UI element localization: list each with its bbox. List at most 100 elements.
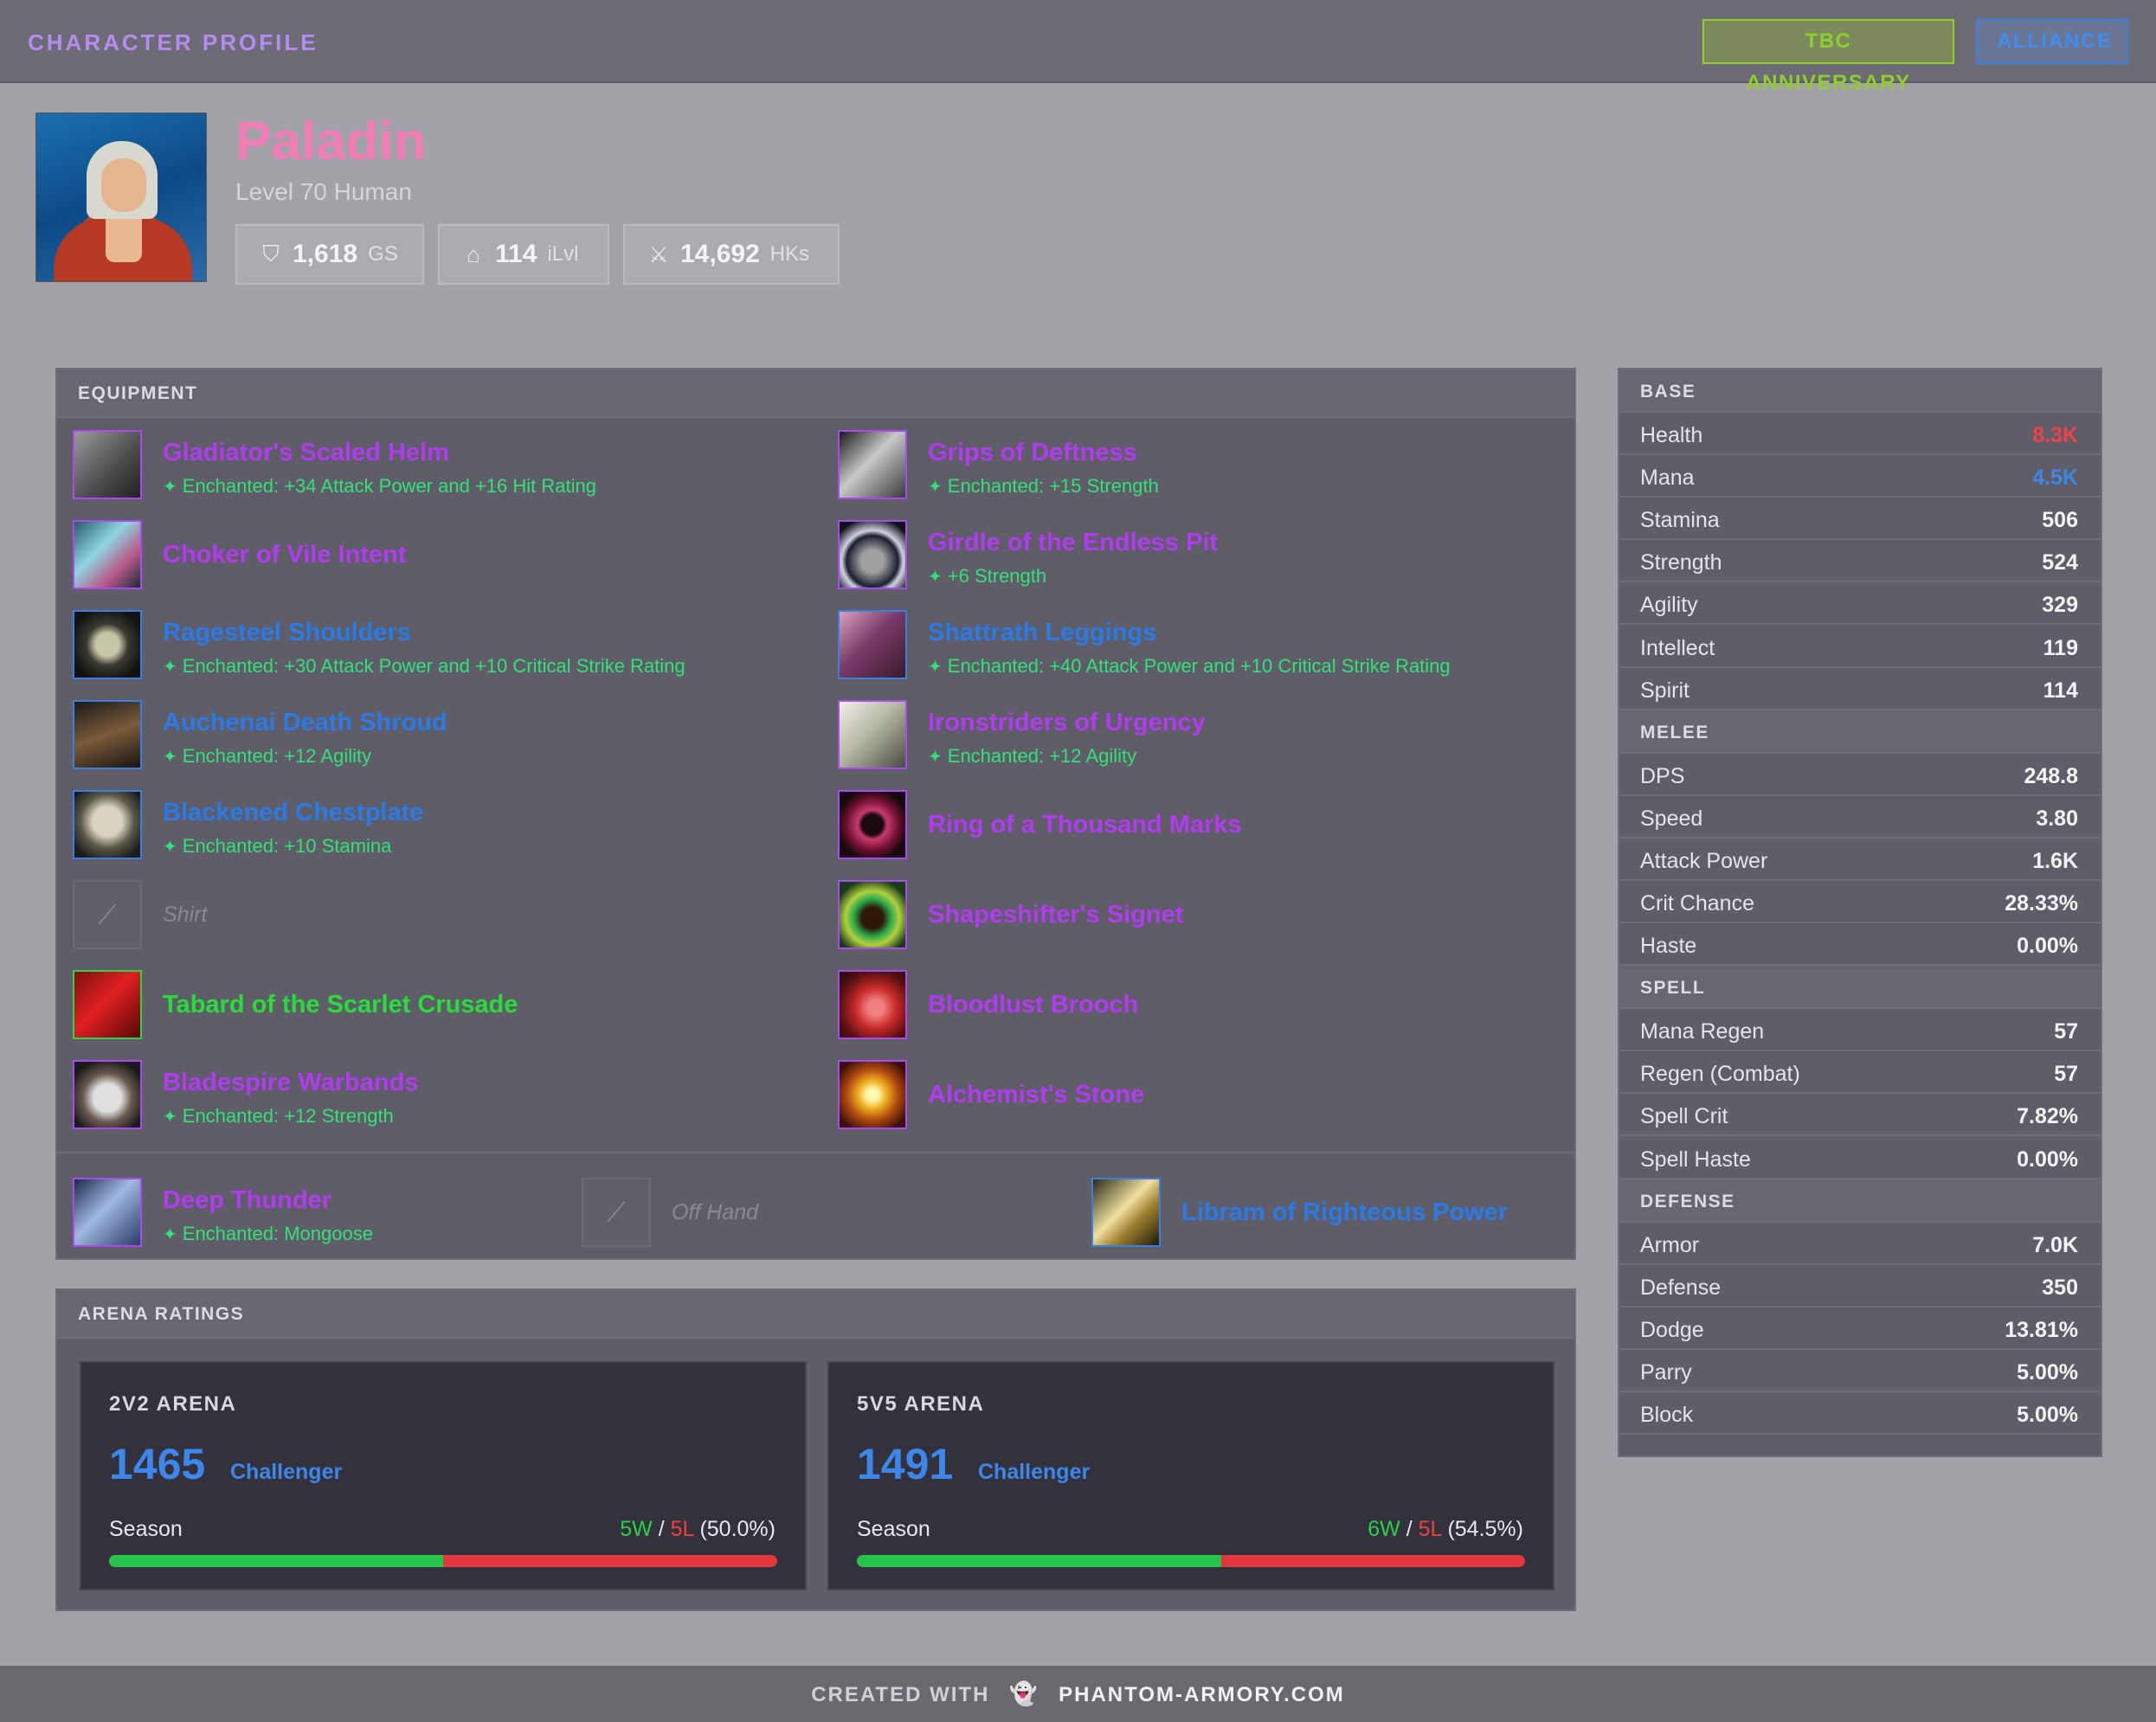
slot-legs[interactable]: Shattrath Leggings ✦ Enchanted: +40 Attac… xyxy=(838,610,1582,688)
equipment-header: EQUIPMENT xyxy=(57,369,1574,418)
stat-row: Agility 329 xyxy=(1619,582,2101,626)
honor-kills-pill: ⚔ 14,692 HKs xyxy=(623,224,840,285)
item-name[interactable]: Bloodlust Brooch xyxy=(928,991,1138,1019)
sparkle-icon: ✦ xyxy=(928,478,943,497)
arena-rating: 1491 xyxy=(857,1440,954,1488)
season-record: 5W / 5L (50.0%) xyxy=(620,1517,776,1541)
stat-row: Stamina 506 xyxy=(1619,498,2101,541)
sparkle-icon: ✦ xyxy=(928,658,943,677)
slot-chest[interactable]: Blackened Chestplate ✦ Enchanted: +10 Sta… xyxy=(73,790,817,868)
slot-wrist[interactable]: Bladespire Warbands ✦ Enchanted: +12 Stre… xyxy=(73,1060,817,1138)
item-name[interactable]: Deep Thunder xyxy=(163,1186,331,1215)
chestplate-icon xyxy=(73,790,142,859)
stat-value: 4.5K xyxy=(2032,466,2078,491)
item-name: Off Hand xyxy=(672,1200,759,1224)
stat-row: Spell Crit 7.82% xyxy=(1619,1094,2101,1137)
enchant-text: ✦ Enchanted: +12 Agility xyxy=(163,745,372,767)
item-name[interactable]: Shapeshifter's Signet xyxy=(928,901,1183,929)
footer-brand-link[interactable]: PHANTOM-ARMORY.COM xyxy=(1059,1683,1345,1706)
stat-label: Armor xyxy=(1640,1232,1700,1257)
helm-icon xyxy=(73,430,142,499)
slot-trinket-2[interactable]: Alchemist's Stone xyxy=(838,1060,1582,1138)
stat-row: Parry 5.00% xyxy=(1619,1350,2101,1392)
character-avatar xyxy=(35,112,207,282)
top-bar: CHARACTER PROFILE TBC ANNIVERSARY ALLIAN… xyxy=(0,0,2156,94)
slot-off-hand[interactable]: ⟋ Off Hand xyxy=(582,1178,945,1256)
stat-row: Block 5.00% xyxy=(1619,1392,2101,1435)
item-name[interactable]: Ragesteel Shoulders xyxy=(163,619,411,647)
item-name[interactable]: Libram of Righteous Power xyxy=(1181,1198,1508,1227)
stat-row: Haste 0.00% xyxy=(1619,923,2101,967)
stat-row: Mana Regen 57 xyxy=(1619,1009,2101,1052)
slot-neck[interactable]: Choker of Vile Intent xyxy=(73,520,817,598)
season-record: 6W / 5L (54.5%) xyxy=(1368,1517,1523,1541)
item-name[interactable]: Grips of Deftness xyxy=(928,439,1137,467)
slot-finger-2[interactable]: Shapeshifter's Signet xyxy=(838,880,1582,958)
tbc-anniversary-badge[interactable]: TBC ANNIVERSARY xyxy=(1702,19,1954,94)
stat-value: 28.33% xyxy=(2005,891,2078,916)
slot-finger-1[interactable]: Ring of a Thousand Marks xyxy=(838,790,1582,868)
stat-label: Spell Haste xyxy=(1640,1147,1751,1172)
slot-waist[interactable]: Girdle of the Endless Pit ✦ +6 Strength xyxy=(838,520,1582,598)
slot-shoulders[interactable]: Ragesteel Shoulders ✦ Enchanted: +30 Atta… xyxy=(73,610,817,688)
win-loss-bar xyxy=(109,1555,777,1567)
slot-main-hand[interactable]: Deep Thunder ✦ Enchanted: Mongoose xyxy=(73,1178,557,1256)
stat-value: 7.82% xyxy=(2017,1104,2078,1129)
item-level-unit: iLvl xyxy=(547,242,579,266)
win-fill xyxy=(857,1555,1221,1567)
slot-tabard[interactable]: Tabard of the Scarlet Crusade xyxy=(73,970,817,1048)
enchant-text: ✦ Enchanted: +15 Strength xyxy=(928,475,1159,497)
stat-value: 1.6K xyxy=(2032,848,2078,873)
item-name[interactable]: Ring of a Thousand Marks xyxy=(928,811,1242,839)
stat-label: Intellect xyxy=(1640,635,1715,660)
item-name[interactable]: Tabard of the Scarlet Crusade xyxy=(163,991,518,1019)
slot-trinket-1[interactable]: Bloodlust Brooch xyxy=(838,970,1582,1048)
belt-icon xyxy=(838,520,907,589)
slot-shirt[interactable]: ⟋ Shirt xyxy=(73,880,817,958)
slot-back[interactable]: Auchenai Death Shroud ✦ Enchanted: +12 Ag… xyxy=(73,700,817,778)
item-name[interactable]: Bladespire Warbands xyxy=(163,1069,418,1097)
stat-row: Defense 350 xyxy=(1619,1265,2101,1308)
stat-label: Crit Chance xyxy=(1640,891,1754,916)
sparkle-icon: ✦ xyxy=(163,478,177,497)
item-name[interactable]: Shattrath Leggings xyxy=(928,619,1156,647)
slot-feet[interactable]: Ironstriders of Urgency ✦ Enchanted: +12 … xyxy=(838,700,1582,778)
stat-label: Mana xyxy=(1640,466,1695,491)
item-name[interactable]: Ironstriders of Urgency xyxy=(928,709,1206,737)
slot-head[interactable]: Gladiator's Scaled Helm ✦ Enchanted: +34 … xyxy=(73,430,817,508)
sparkle-icon: ✦ xyxy=(163,658,177,677)
enchant-text: ✦ Enchanted: Mongoose xyxy=(163,1223,373,1244)
stat-row: Spell Haste 0.00% xyxy=(1619,1137,2101,1179)
stat-label: DPS xyxy=(1640,763,1685,788)
stat-row: Speed 3.80 xyxy=(1619,796,2101,839)
gear-score-unit: GS xyxy=(368,242,398,266)
slot-relic[interactable]: Libram of Righteous Power xyxy=(1091,1178,1559,1256)
stat-label: Parry xyxy=(1640,1359,1692,1385)
arena-ratings-panel: ARENA RATINGS 2V2 ARENA 1465 Challenger … xyxy=(55,1288,1576,1611)
item-name[interactable]: Choker of Vile Intent xyxy=(163,541,406,569)
arena-header: ARENA RATINGS xyxy=(57,1290,1574,1339)
item-name[interactable]: Girdle of the Endless Pit xyxy=(928,529,1218,557)
stat-label: Strength xyxy=(1640,550,1722,575)
sparkle-icon: ✦ xyxy=(928,568,943,587)
crossed-swords-icon: ⚔ xyxy=(648,241,669,267)
item-name[interactable]: Blackened Chestplate xyxy=(163,799,423,827)
weapons-divider xyxy=(57,1152,1574,1153)
arena-card-2v2: 2V2 ARENA 1465 Challenger Season 5W / 5L… xyxy=(80,1361,807,1590)
stat-value: 119 xyxy=(2043,635,2078,660)
weapon-icon xyxy=(73,1178,142,1247)
stat-label: Health xyxy=(1640,423,1703,447)
stat-value: 7.0K xyxy=(2032,1232,2078,1257)
stats-section-base: BASE xyxy=(1619,369,2101,413)
slot-hands[interactable]: Grips of Deftness ✦ Enchanted: +15 Streng… xyxy=(838,430,1582,508)
item-name[interactable]: Auchenai Death Shroud xyxy=(163,709,447,737)
faction-badge[interactable]: ALLIANCE xyxy=(1976,19,2128,64)
stat-row: Armor 7.0K xyxy=(1619,1223,2101,1265)
stat-row: DPS 248.8 xyxy=(1619,754,2101,796)
stat-row: Crit Chance 28.33% xyxy=(1619,881,2101,923)
item-name[interactable]: Alchemist's Stone xyxy=(928,1081,1144,1109)
stat-label: Defense xyxy=(1640,1275,1722,1300)
stat-value: 8.3K xyxy=(2032,423,2078,447)
item-name[interactable]: Gladiator's Scaled Helm xyxy=(163,439,449,467)
arena-rating: 1465 xyxy=(109,1440,206,1488)
